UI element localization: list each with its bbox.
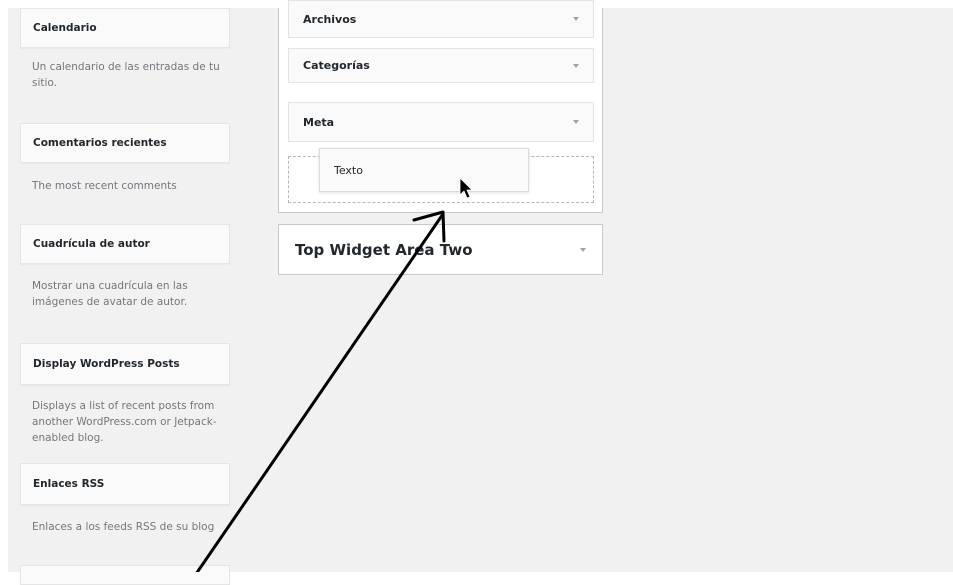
widget-description: Un calendario de las entradas de tu siti… [32,61,220,89]
widget-area-top-two[interactable]: Top Widget Area Two [278,224,603,275]
widget-title: Comentarios recientes [33,137,167,149]
widget-title: Meta [303,115,335,129]
widget-area-title: Top Widget Area Two [295,240,473,259]
sidebar-widget-meta[interactable]: Meta [288,102,594,142]
widget-display-wordpress-posts[interactable]: Display WordPress Posts [20,343,230,385]
caret-down-icon[interactable] [573,120,579,124]
widget-cuadricula-de-autor[interactable]: Cuadrícula de autor [20,224,230,264]
widget-title: Calendario [33,22,97,34]
widget-title: Texto [334,164,363,177]
caret-down-icon[interactable] [573,17,579,21]
caret-down-icon[interactable] [573,63,579,68]
widget-comentarios-recientes[interactable]: Comentarios recientes [20,123,230,163]
widget-title: Archivos [303,12,357,26]
widget-calendario[interactable]: Calendario [20,8,230,48]
sidebar-widget-archivos[interactable]: Archivos [288,0,594,38]
dragging-widget-texto[interactable]: Texto [319,148,529,192]
widget-title: Enlaces RSS [33,478,105,490]
widget-title: Cuadrícula de autor [33,238,150,250]
widget-title: Categorías [303,59,370,72]
widget-description: The most recent comments [32,180,177,192]
widget-enlaces-rss[interactable]: Enlaces RSS [20,463,230,505]
widget-partial-next[interactable] [20,565,230,585]
available-widgets-list: Calendario Un calendario de las entradas… [8,8,240,585]
widget-description: Enlaces a los feeds RSS de su blog [32,521,215,533]
sidebar-widget-categorias[interactable]: Categorías [288,48,594,83]
widget-title: Display WordPress Posts [33,358,180,370]
widget-description: Mostrar una cuadrícula en las imágenes d… [32,280,188,308]
caret-down-icon[interactable] [580,247,586,252]
widget-description: Displays a list of recent posts from ano… [32,400,217,444]
